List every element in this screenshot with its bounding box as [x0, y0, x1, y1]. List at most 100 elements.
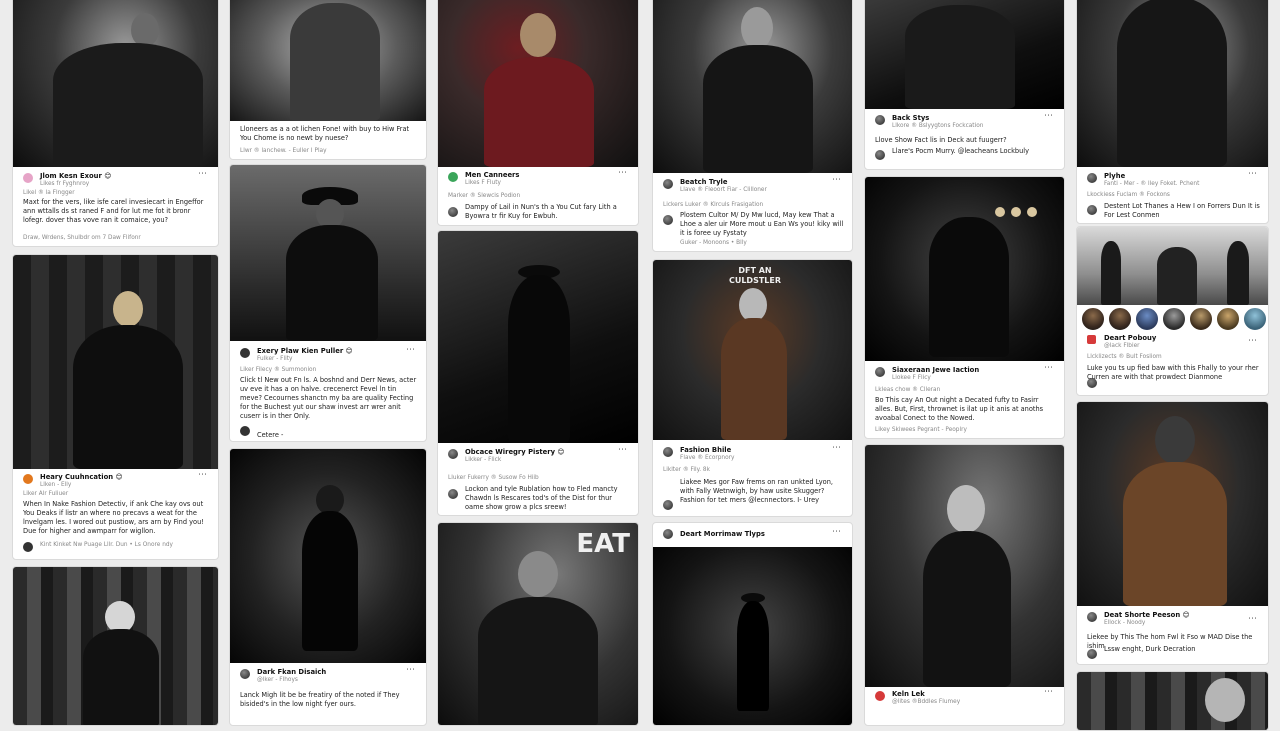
pin-photo[interactable]	[1077, 672, 1268, 730]
pin-card[interactable]: Lloneers as a a ot lichen Fone! with buy…	[229, 0, 427, 160]
pin-photo[interactable]	[13, 255, 218, 469]
avatar[interactable]	[23, 542, 33, 552]
more-dots-icon[interactable]: ⋯	[832, 527, 842, 537]
avatar[interactable]	[240, 669, 250, 679]
pin-photo[interactable]: EAT	[438, 523, 638, 725]
avatar[interactable]	[448, 172, 458, 182]
avatar[interactable]	[1189, 307, 1213, 331]
avatar[interactable]	[875, 691, 885, 701]
avatar[interactable]	[240, 426, 250, 436]
more-dots-icon[interactable]: ⋯	[1248, 614, 1258, 624]
pin-author-name[interactable]: Keln Lek	[892, 690, 925, 698]
avatar[interactable]	[875, 115, 885, 125]
avatar[interactable]	[1087, 612, 1097, 622]
avatar[interactable]	[23, 173, 33, 183]
avatar-row[interactable]	[1081, 307, 1267, 333]
pin-card[interactable]: Beatch Tryle Llave ® Fleoort Fiar - Clil…	[652, 0, 853, 252]
pin-photo[interactable]	[653, 0, 852, 173]
pin-photo[interactable]	[438, 0, 638, 167]
pin-card[interactable]: Jlom Kesn Exour 😊 Likes fr Fyghnroy ⋯ Li…	[12, 0, 219, 247]
pin-card[interactable]: Deat Shorte Peeson 😊 Ellock - Noody ⋯ Li…	[1076, 401, 1269, 665]
pin-author-name[interactable]: Fashion Bhile	[680, 446, 731, 454]
pin-card[interactable]: DFT AN CULDSTLER Fashion Bhile Flave ® E…	[652, 259, 853, 517]
pin-author-name[interactable]: Deart Pobouy	[1104, 334, 1156, 342]
pin-card[interactable]: Heary Cuuhncation 😊 Llken - Elly ⋯ Liker…	[12, 254, 219, 560]
pin-card[interactable]: Dark Fkan Disaich @lker - Flhoys ⋯ Lanck…	[229, 448, 427, 726]
avatar[interactable]	[1087, 205, 1097, 215]
more-dots-icon[interactable]: ⋯	[198, 470, 208, 480]
pin-author-name[interactable]: Back Stys	[892, 114, 929, 122]
pin-author-name[interactable]: Obcace Wiregry Pistery 😊	[465, 448, 565, 456]
pin-card[interactable]: Deart Morrimaw Tlyps ⋯	[652, 522, 853, 726]
pin-card[interactable]: Obcace Wiregry Pistery 😊 Likker - Flick …	[437, 230, 639, 516]
avatar[interactable]	[663, 215, 673, 225]
more-dots-icon[interactable]: ⋯	[406, 665, 416, 675]
pin-author-name[interactable]: Men Canneers	[465, 171, 519, 179]
pin-author-name[interactable]: Siaxeraan Jewe Iaction	[892, 366, 979, 374]
avatar[interactable]	[1162, 307, 1186, 331]
avatar[interactable]	[23, 474, 33, 484]
pin-photo[interactable]	[1077, 402, 1268, 606]
more-dots-icon[interactable]: ⋯	[618, 445, 628, 455]
pin-photo[interactable]	[230, 165, 426, 341]
more-dots-icon[interactable]: ⋯	[1044, 111, 1054, 121]
pin-author-name[interactable]: Heary Cuuhncation 😊	[40, 473, 123, 481]
avatar[interactable]	[448, 489, 458, 499]
avatar[interactable]	[1087, 335, 1096, 344]
avatar[interactable]	[663, 447, 673, 457]
pin-photo[interactable]	[230, 0, 426, 121]
pin-photo[interactable]	[438, 231, 638, 443]
pin-photo[interactable]	[653, 547, 852, 725]
avatar[interactable]	[663, 179, 673, 189]
pin-author-name[interactable]: Beatch Tryle	[680, 178, 727, 186]
avatar[interactable]	[663, 529, 673, 539]
avatar[interactable]	[663, 500, 673, 510]
pin-author-name[interactable]: Deart Morrimaw Tlyps	[680, 530, 765, 538]
more-dots-icon[interactable]: ⋯	[198, 169, 208, 179]
pin-photo[interactable]: DFT AN CULDSTLER	[653, 260, 852, 440]
pin-photo[interactable]	[865, 445, 1064, 687]
more-dots-icon[interactable]: ⋯	[618, 168, 628, 178]
pin-photo[interactable]	[13, 0, 218, 167]
pin-card[interactable]: Exery Plaw Kien Puller 😊 Fulker - Flity …	[229, 164, 427, 442]
avatar[interactable]	[875, 150, 885, 160]
pin-author-name[interactable]: Plyhe	[1104, 172, 1125, 180]
more-dots-icon[interactable]: ⋯	[832, 443, 842, 453]
more-dots-icon[interactable]: ⋯	[1248, 169, 1258, 179]
more-dots-icon[interactable]: ⋯	[406, 345, 416, 355]
pin-card[interactable]: Keln Lek @lites ®Bddles Flumey ⋯	[864, 444, 1065, 726]
avatar[interactable]	[875, 367, 885, 377]
pin-card[interactable]: Men Canneers Likes F Fluty ⋯ Marker ® Sl…	[437, 0, 639, 226]
avatar[interactable]	[1216, 307, 1240, 331]
avatar[interactable]	[1081, 307, 1105, 331]
more-dots-icon[interactable]: ⋯	[1248, 336, 1258, 346]
avatar[interactable]	[1135, 307, 1159, 331]
pin-photo[interactable]	[1077, 227, 1268, 305]
avatar[interactable]	[1087, 173, 1097, 183]
pin-photo[interactable]	[1077, 0, 1268, 167]
avatar[interactable]	[1243, 307, 1267, 331]
pin-photo[interactable]	[865, 0, 1064, 109]
pin-photo[interactable]	[865, 177, 1064, 361]
pin-card[interactable]: Plyhe Fanti - Mer - ® lley Foket. Pchent…	[1076, 0, 1269, 224]
pin-author-name[interactable]: Deat Shorte Peeson 😊	[1104, 611, 1190, 619]
avatar[interactable]	[1108, 307, 1132, 331]
pin-card[interactable]	[1076, 671, 1269, 731]
pin-photo[interactable]	[230, 449, 426, 663]
more-dots-icon[interactable]: ⋯	[1044, 363, 1054, 373]
more-dots-icon[interactable]: ⋯	[832, 175, 842, 185]
pin-photo[interactable]	[13, 567, 218, 725]
pin-card[interactable]: Deart Pobouy @lack Flbier ⋯ Llcklizects …	[1076, 226, 1269, 396]
avatar[interactable]	[1087, 649, 1097, 659]
more-dots-icon[interactable]: ⋯	[1044, 687, 1054, 697]
pin-author-name[interactable]: Jlom Kesn Exour 😊	[40, 172, 111, 180]
pin-card[interactable]	[12, 566, 219, 726]
pin-author-name[interactable]: Dark Fkan Disaich	[257, 668, 326, 676]
pin-author-name[interactable]: Exery Plaw Kien Puller 😊	[257, 347, 353, 355]
pin-card[interactable]: EAT	[437, 522, 639, 726]
pin-card[interactable]: Siaxeraan Jewe Iaction Liokee F Flicy ⋯ …	[864, 176, 1065, 439]
avatar[interactable]	[240, 348, 250, 358]
avatar[interactable]	[448, 207, 458, 217]
pin-card[interactable]: Back Stys Llkore ® Bslyygtons Fockcation…	[864, 0, 1065, 170]
avatar[interactable]	[448, 449, 458, 459]
